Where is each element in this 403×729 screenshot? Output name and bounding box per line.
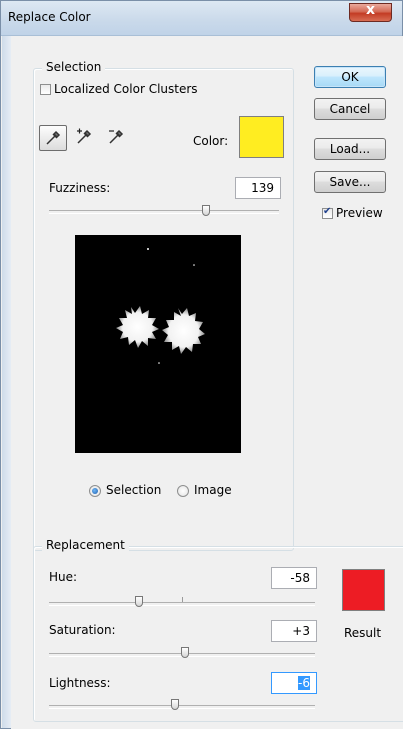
fuzziness-slider-thumb[interactable] — [202, 205, 210, 216]
subtract-from-sample-button[interactable] — [103, 125, 131, 151]
replacement-legend: Replacement — [42, 538, 129, 552]
saturation-slider-thumb[interactable] — [181, 647, 189, 658]
selection-legend: Selection — [42, 60, 106, 74]
title-bar[interactable]: Replace Color x — [1, 1, 402, 36]
result-label: Result — [344, 626, 382, 640]
selection-mask-preview[interactable] — [75, 235, 241, 453]
preview-checkbox[interactable] — [322, 206, 333, 219]
lightness-slider-thumb[interactable] — [171, 699, 179, 710]
lightness-input[interactable]: -6 — [271, 672, 317, 694]
hue-slider-thumb[interactable] — [135, 596, 143, 607]
selected-color-swatch[interactable] — [239, 116, 284, 158]
lightness-selected-value: -6 — [298, 676, 310, 690]
fuzziness-input[interactable]: 139 — [235, 177, 281, 199]
close-button[interactable]: x — [349, 2, 392, 22]
selection-view-label[interactable]: Selection — [106, 483, 161, 497]
window-edge — [2, 36, 11, 728]
preview-label[interactable]: Preview — [336, 206, 383, 220]
close-icon: x — [365, 2, 376, 18]
save-button[interactable]: Save... — [314, 171, 386, 193]
eyedropper-minus-icon — [109, 129, 124, 144]
eyedropper-icon — [46, 130, 61, 145]
eyedropper-plus-icon — [77, 128, 92, 144]
image-view-label[interactable]: Image — [194, 483, 232, 497]
window-title: Replace Color — [8, 10, 91, 24]
hue-center-tick — [182, 597, 183, 602]
selection-view-radio[interactable] — [89, 485, 101, 497]
dialog-body: Selection Localized Color Clusters Color… — [11, 36, 403, 729]
lightness-label: Lightness: — [49, 676, 111, 690]
hue-label: Hue: — [49, 570, 78, 584]
saturation-input[interactable]: +3 — [271, 620, 317, 642]
eyedropper-tool-button[interactable] — [39, 125, 67, 151]
hue-input[interactable]: -58 — [271, 567, 317, 589]
localized-clusters-checkbox[interactable] — [40, 84, 51, 95]
cancel-button[interactable]: Cancel — [314, 98, 386, 120]
fuzziness-label: Fuzziness: — [49, 181, 111, 195]
localized-clusters-label[interactable]: Localized Color Clusters — [54, 82, 198, 96]
ok-button[interactable]: OK — [314, 66, 386, 88]
color-label: Color: — [193, 134, 229, 148]
lightness-slider-track[interactable] — [49, 705, 315, 709]
result-color-swatch[interactable] — [342, 569, 385, 611]
saturation-label: Saturation: — [49, 623, 116, 637]
add-to-sample-button[interactable] — [71, 125, 99, 151]
fuzziness-slider-track[interactable] — [49, 210, 279, 214]
hue-slider-track[interactable] — [49, 602, 315, 606]
mask-preview-image — [116, 248, 205, 364]
load-button[interactable]: Load... — [314, 138, 386, 160]
image-view-radio[interactable] — [177, 485, 189, 497]
replace-color-dialog: Replace Color x Selection Localized Colo… — [0, 0, 403, 729]
